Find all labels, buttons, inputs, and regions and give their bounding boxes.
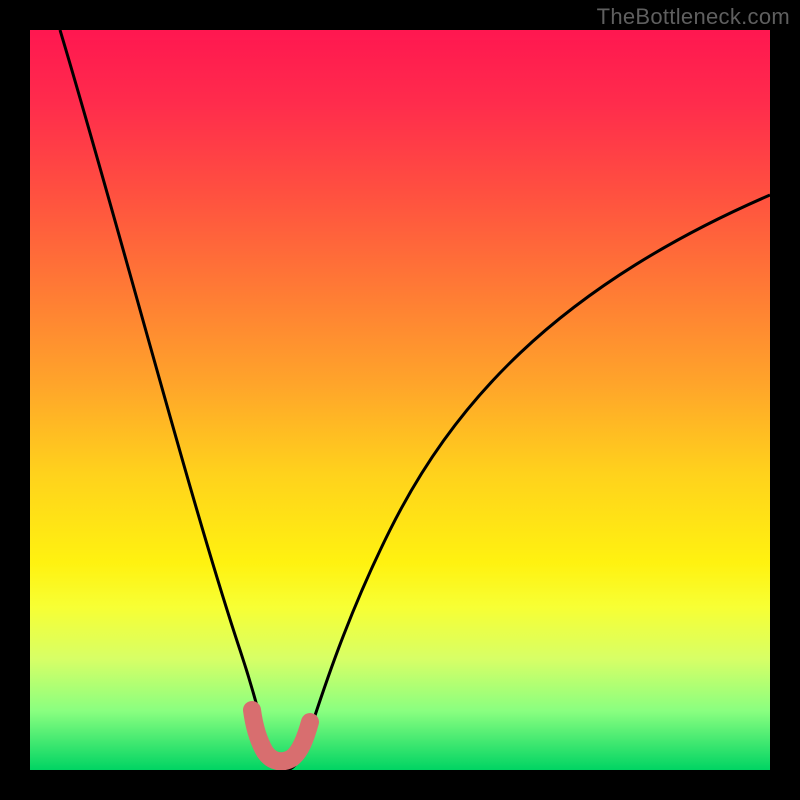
chart-frame: TheBottleneck.com xyxy=(0,0,800,800)
curve-path xyxy=(60,30,770,770)
optimal-zone-marker xyxy=(252,710,310,761)
bottleneck-curve xyxy=(30,30,770,770)
watermark-text: TheBottleneck.com xyxy=(597,4,790,30)
plot-area xyxy=(30,30,770,770)
